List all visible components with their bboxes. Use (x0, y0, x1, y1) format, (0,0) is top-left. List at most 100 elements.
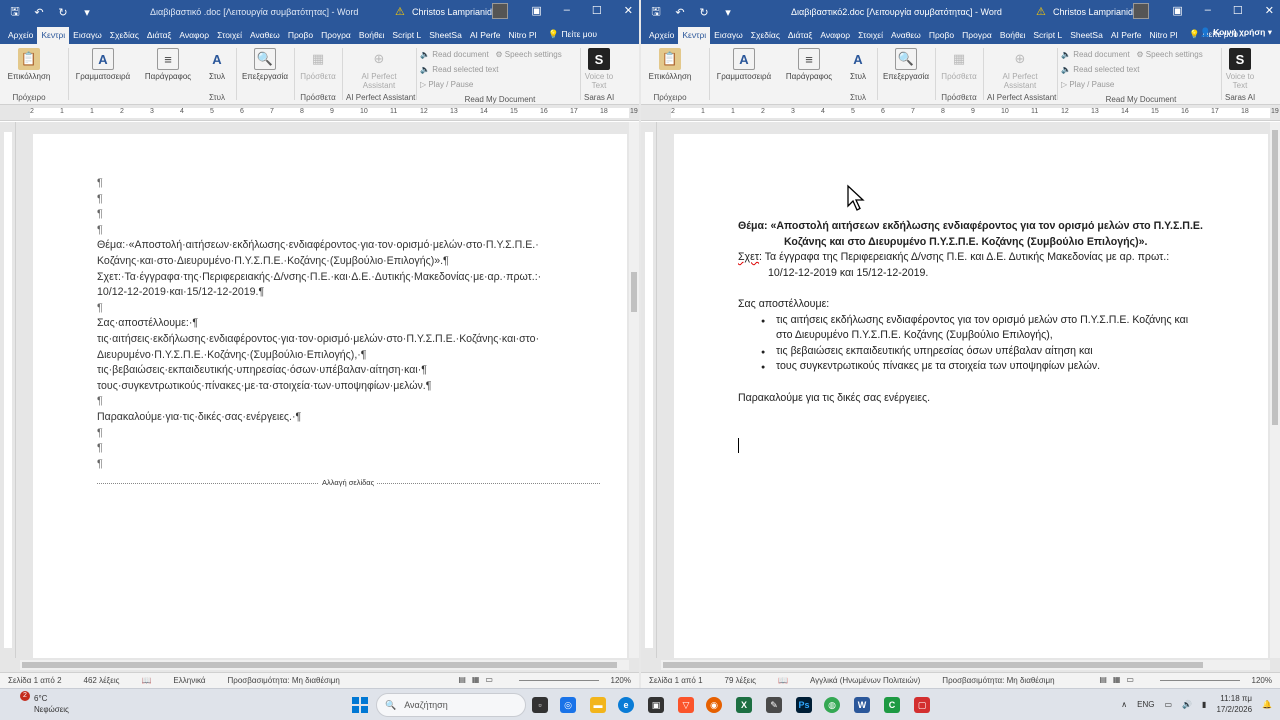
saras-logo-icon[interactable]: S (588, 48, 610, 70)
document-text[interactable]: Θέμα: «Αποστολή αιτήσεων εκδήλωσης ενδια… (738, 219, 1248, 406)
voice-to-text-button[interactable]: Voice to Text (584, 72, 614, 90)
font-button[interactable]: Γραμματοσειρά (713, 72, 775, 81)
tab-design[interactable]: Σχεδίας (747, 27, 784, 44)
tab-design[interactable]: Σχεδίας (106, 27, 143, 44)
tab-review[interactable]: Αναθεω (887, 27, 925, 44)
minimize-icon[interactable]: – (564, 4, 570, 17)
weather-widget[interactable]: 2 6°C Νεφώσεις (12, 691, 69, 715)
redo-icon[interactable]: ↻ (695, 6, 713, 19)
windows-start-icon[interactable] (352, 697, 368, 713)
vertical-scrollbar[interactable] (629, 122, 639, 658)
tab-mailings[interactable]: Στοιχεί (213, 27, 246, 44)
warning-icon[interactable]: ⚠ (1036, 5, 1046, 18)
tab-insert[interactable]: Εισαγω (710, 27, 747, 44)
play-pause-button[interactable]: Play / Pause (428, 80, 473, 89)
clock[interactable]: 11:18 πμ 17/2/2026 (1216, 693, 1252, 715)
tab-layout[interactable]: Διάταξ (143, 27, 175, 44)
tab-file[interactable]: Αρχείο (645, 27, 678, 44)
user-name[interactable]: Christos Lamprianidis (1053, 7, 1140, 17)
styles-button[interactable]: Στυλ (202, 72, 232, 81)
tab-script-lab[interactable]: Script L (388, 27, 425, 44)
accessibility-status[interactable]: Προσβασιμότητα: Μη διαθέσιμη (942, 676, 1054, 685)
edge-icon[interactable]: e (618, 697, 634, 713)
tab-developer[interactable]: Προγρα (317, 27, 355, 44)
paste-button[interactable]: Επικόλληση (4, 72, 54, 81)
find-icon[interactable]: 🔍 (895, 48, 917, 70)
read-document-button[interactable]: Read document (432, 50, 488, 59)
file-explorer-icon[interactable]: ▬ (590, 697, 606, 713)
page-count[interactable]: Σελίδα 1 από 2 (8, 676, 62, 685)
tab-help[interactable]: Βοήθει (996, 27, 1030, 44)
tab-script-lab[interactable]: Script L (1029, 27, 1066, 44)
tab-file[interactable]: Αρχείο (4, 27, 37, 44)
paragraph-button[interactable]: Παράγραφος (140, 72, 196, 81)
tab-references[interactable]: Αναφορ (175, 27, 213, 44)
voice-to-text-button[interactable]: Voice to Text (1225, 72, 1255, 90)
paragraph-icon[interactable]: ≡ (798, 48, 820, 70)
close-icon[interactable]: ✕ (1265, 4, 1274, 17)
tab-developer[interactable]: Προγρα (958, 27, 996, 44)
customize-qat-icon[interactable]: ▾ (719, 6, 737, 19)
input-language[interactable]: ENG (1137, 700, 1154, 709)
horizontal-ruler[interactable]: 2 1 1 2 3 4 5 6 7 8 9 10 11 12 13 14 15 16 17 18 19 (641, 105, 1280, 121)
find-icon[interactable]: 🔍 (254, 48, 276, 70)
read-selected-button[interactable]: Read selected text (1073, 65, 1139, 74)
volume-icon[interactable]: 🔊 (1182, 700, 1192, 709)
tab-ai-perfect[interactable]: AI Perfe (466, 27, 505, 44)
tell-me-search[interactable]: 💡 Πείτε μου (544, 26, 601, 44)
tab-review[interactable]: Αναθεω (246, 27, 284, 44)
tab-view[interactable]: Προβο (284, 27, 317, 44)
redo-icon[interactable]: ↻ (54, 6, 72, 19)
speech-settings-button[interactable]: Speech settings (1146, 50, 1203, 59)
photoshop-icon[interactable]: Ps (796, 697, 812, 713)
zoom-slider[interactable] (519, 680, 599, 681)
vertical-scrollbar[interactable] (1270, 122, 1280, 658)
warning-icon[interactable]: ⚠ (395, 5, 405, 18)
chrome-icon[interactable]: ◍ (824, 697, 840, 713)
word-icon[interactable]: W (854, 697, 870, 713)
zoom-level[interactable]: 120% (611, 676, 631, 685)
tab-sheetsa[interactable]: SheetSa (425, 27, 466, 44)
tab-sheetsa[interactable]: SheetSa (1066, 27, 1107, 44)
notification-bell-icon[interactable]: 🔔 (1262, 700, 1272, 709)
network-icon[interactable]: ▭ (1165, 700, 1173, 709)
save-icon[interactable]: 🖫 (647, 3, 665, 22)
tab-references[interactable]: Αναφορ (816, 27, 854, 44)
page-count[interactable]: Σελίδα 1 από 1 (649, 676, 703, 685)
close-icon[interactable]: ✕ (624, 4, 633, 17)
tab-layout[interactable]: Διάταξ (784, 27, 816, 44)
editing-button[interactable]: Επεξεργασία (881, 72, 931, 81)
accessibility-status[interactable]: Προσβασιμότητα: Μη διαθέσιμη (228, 676, 340, 685)
store-icon[interactable]: ▣ (648, 697, 664, 713)
tab-view[interactable]: Προβο (925, 27, 958, 44)
taskview-icon[interactable]: ▫ (532, 697, 548, 713)
customize-qat-icon[interactable]: ▾ (78, 6, 96, 19)
view-buttons[interactable]: ▤▦▭ (458, 675, 499, 684)
avatar[interactable] (1133, 3, 1149, 19)
excel-icon[interactable]: X (736, 697, 752, 713)
editing-button[interactable]: Επεξεργασία (240, 72, 290, 81)
minimize-icon[interactable]: – (1205, 4, 1211, 17)
font-button[interactable]: Γραμματοσειρά (72, 72, 134, 81)
tab-home[interactable]: Κεντρι (37, 27, 70, 44)
language[interactable]: Αγγλικά (Ηνωμένων Πολιτειών) (810, 676, 920, 685)
document-page[interactable]: ¶ ¶ ¶ ¶ Θέμα:·«Αποστολή·αιτήσεων·εκδήλωσης·ε… (33, 134, 627, 658)
undo-icon[interactable]: ↶ (30, 6, 48, 19)
tab-ai-perfect[interactable]: AI Perfe (1107, 27, 1146, 44)
camtasia-icon[interactable]: C (884, 697, 900, 713)
maximize-icon[interactable]: ☐ (592, 4, 602, 17)
undo-icon[interactable]: ↶ (671, 6, 689, 19)
recorder-icon[interactable]: ▢ (914, 697, 930, 713)
play-pause-button[interactable]: Play / Pause (1069, 80, 1114, 89)
styles-icon[interactable]: A (206, 48, 228, 70)
zoom-slider[interactable] (1160, 680, 1240, 681)
document-text[interactable]: ¶ ¶ ¶ ¶ Θέμα:·«Αποστολή·αιτήσεων·εκδήλωσης·ε… (97, 176, 607, 472)
proofing-icon[interactable]: 📖 (778, 676, 788, 685)
widgets-icon[interactable]: ◎ (560, 697, 576, 713)
tab-mailings[interactable]: Στοιχεί (854, 27, 887, 44)
tab-nitro[interactable]: Nitro Pl (1146, 27, 1182, 44)
tab-help[interactable]: Βοήθει (355, 27, 389, 44)
user-name[interactable]: Christos Lamprianidis (412, 7, 499, 17)
ribbon-display-icon[interactable]: ▣ (1172, 4, 1182, 17)
paragraph-icon[interactable]: ≡ (157, 48, 179, 70)
